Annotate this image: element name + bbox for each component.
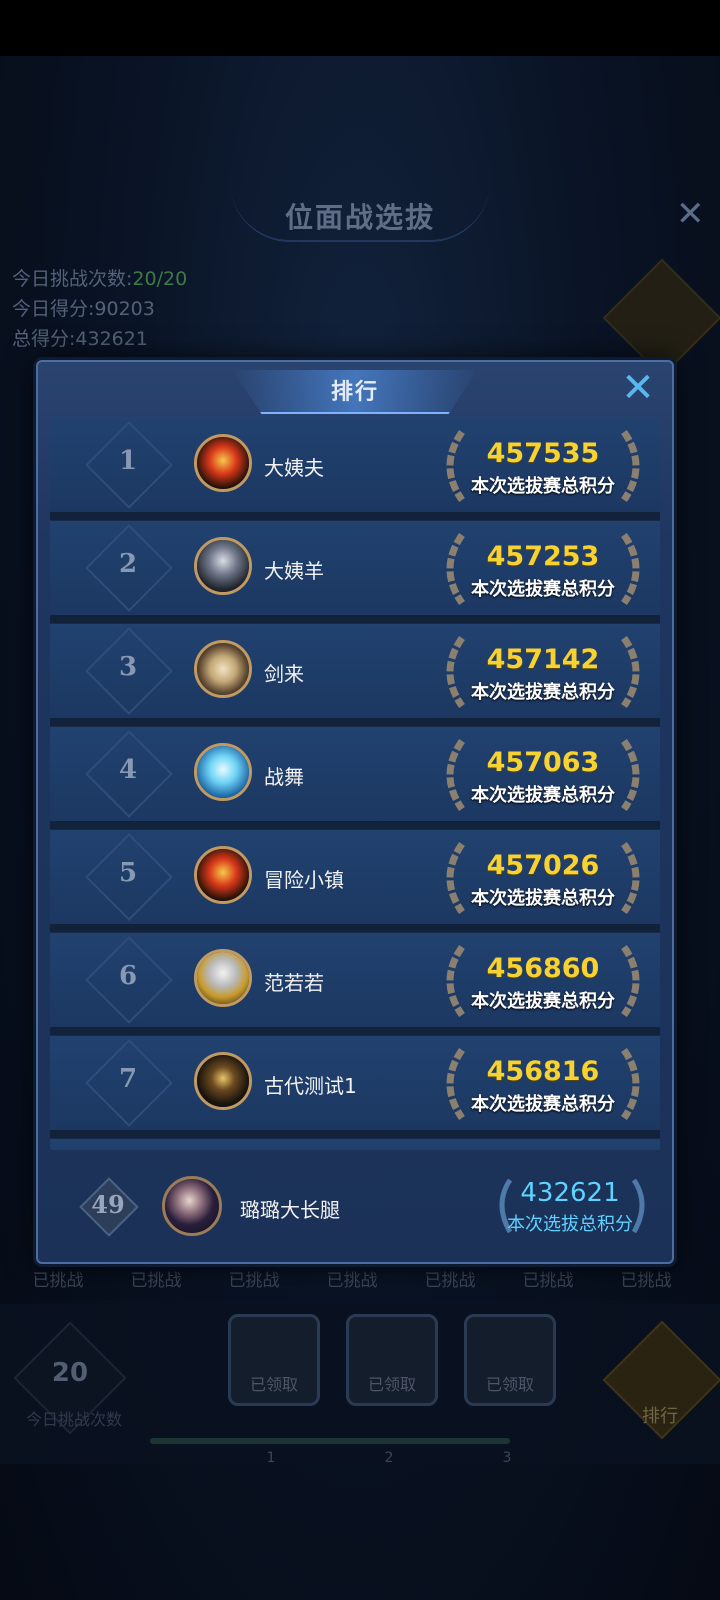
stat-label: 今日得分:	[12, 298, 95, 320]
player-name: 冒险小镇	[264, 868, 344, 892]
score-label: 本次选拔赛总积分	[471, 991, 615, 1012]
rank-number: 7	[118, 1064, 138, 1094]
player-avatar[interactable]	[194, 434, 252, 492]
player-score: 457026	[486, 850, 600, 881]
player-avatar[interactable]	[194, 537, 252, 595]
stat-value: 432621	[75, 328, 148, 350]
score-label: 本次选拔赛总积分	[471, 579, 615, 600]
today-score-stat: 今日得分:90203	[12, 294, 155, 321]
stat-label: 今日挑战次数:	[12, 268, 133, 290]
challenged-label: 已挑战	[620, 1271, 672, 1291]
player-name: 战舞	[264, 765, 304, 789]
score-label: 本次选拔赛总积分	[471, 785, 615, 806]
reward-chest-1[interactable]: 已领取	[228, 1314, 320, 1406]
ranking-row[interactable]: 3 剑来 457142 本次选拔赛总积分	[50, 624, 660, 726]
total-score-stat: 总得分:432621	[12, 324, 148, 351]
modal-title: 排行	[330, 380, 379, 405]
challenged-label: 已挑战	[424, 1271, 476, 1291]
challenged-label: 已挑战	[326, 1271, 378, 1291]
chest-index: 2	[384, 1450, 394, 1466]
rank-number: 4	[118, 755, 138, 785]
player-score: 456860	[486, 953, 600, 984]
player-name: 古代测试1	[264, 1074, 357, 1098]
player-avatar[interactable]	[194, 846, 252, 904]
ranking-list[interactable]: 1 大姨夫 457535 本次选拔赛总积分 2 大姨羊 457253 本次选拔赛…	[50, 418, 660, 1150]
ranking-modal: 排行 ✕ 1 大姨夫 457535 本次选拔赛总积分 2 大姨羊 457253 …	[36, 360, 674, 1264]
player-score: 456816	[486, 1056, 600, 1087]
ranking-row[interactable]: 1 大姨夫 457535 本次选拔赛总积分	[50, 418, 660, 520]
player-score: 457142	[486, 644, 600, 675]
reward-chest-2[interactable]: 已领取	[346, 1314, 438, 1406]
score-label: 本次选拔赛总积分	[471, 1094, 615, 1115]
chest-index: 3	[502, 1450, 512, 1466]
today-count-value: 20	[51, 1358, 89, 1388]
my-rank-row: 49 璐璐大长腿 432621 本次选拔总积分	[50, 1162, 660, 1250]
player-score: 457253	[486, 541, 600, 572]
ranking-row[interactable]: 2 大姨羊 457253 本次选拔赛总积分	[50, 521, 660, 623]
player-name: 大姨羊	[264, 559, 324, 583]
chest-index: 1	[266, 1450, 276, 1466]
score-label: 本次选拔赛总积分	[471, 476, 615, 497]
today-challenge-count-stat: 今日挑战次数:20/20	[12, 264, 187, 291]
challenged-label: 已挑战	[522, 1271, 574, 1291]
player-name: 范若若	[264, 971, 324, 995]
player-name: 剑来	[264, 662, 304, 686]
ranking-row[interactable]: 5 冒险小镇 457026 本次选拔赛总积分	[50, 830, 660, 932]
rank-button-label[interactable]: 排行	[620, 1402, 700, 1428]
close-icon[interactable]: ✕	[618, 368, 658, 408]
player-avatar[interactable]	[194, 640, 252, 698]
hat-swordsman-avatar	[197, 643, 249, 695]
modal-header: 排行 ✕	[38, 362, 672, 416]
stat-label: 总得分:	[12, 328, 76, 350]
reward-progress-bar	[150, 1438, 510, 1444]
my-player-name: 璐璐大长腿	[240, 1198, 340, 1222]
rank-number: 1	[118, 446, 138, 476]
player-score: 457063	[486, 747, 600, 778]
player-score: 457535	[486, 438, 600, 469]
chest-claimed-label: 已领取	[485, 1375, 534, 1394]
rank-number: 5	[118, 858, 138, 888]
ranking-row-partial[interactable]	[50, 1139, 660, 1150]
game-screen: 位面战选拔 ✕ 今日挑战次数:20/20 今日得分:90203 总得分:4326…	[0, 56, 720, 1600]
background-close-icon[interactable]: ✕	[676, 194, 705, 234]
chest-claimed-label: 已领取	[367, 1375, 416, 1394]
challenged-label: 已挑战	[32, 1271, 84, 1291]
ranking-row[interactable]: 7 古代测试1 456816 本次选拔赛总积分	[50, 1036, 660, 1138]
my-score-label: 本次选拔总积分	[507, 1214, 633, 1235]
flame-demon-avatar	[197, 437, 249, 489]
ranking-row[interactable]: 6 范若若 456860 本次选拔赛总积分	[50, 933, 660, 1035]
my-rank-number: 49	[91, 1190, 125, 1219]
rank-number: 2	[118, 549, 138, 579]
rank-number: 3	[118, 652, 138, 682]
reward-chest-3[interactable]: 已领取	[464, 1314, 556, 1406]
flame-demon-avatar	[197, 849, 249, 901]
challenged-labels-row: 已挑战 已挑战 已挑战 已挑战 已挑战 已挑战 已挑战	[0, 1266, 720, 1296]
challenged-label: 已挑战	[228, 1271, 280, 1291]
player-avatar[interactable]	[194, 743, 252, 801]
player-avatar[interactable]	[194, 949, 252, 1007]
stat-value: 20/20	[132, 268, 188, 290]
player-name: 大姨夫	[264, 456, 324, 480]
silver-warrior-avatar	[197, 540, 249, 592]
my-score: 432621	[520, 1178, 620, 1208]
rank-number: 6	[118, 961, 138, 991]
chest-claimed-label: 已领取	[249, 1375, 298, 1394]
background-title: 位面战选拔	[284, 201, 435, 234]
dark-knight-avatar	[197, 1055, 249, 1107]
ice-spirit-avatar	[197, 746, 249, 798]
score-label: 本次选拔赛总积分	[471, 888, 615, 909]
ranking-row[interactable]: 4 战舞 457063 本次选拔赛总积分	[50, 727, 660, 829]
stat-value: 90203	[94, 298, 155, 320]
challenged-label: 已挑战	[130, 1271, 182, 1291]
today-count-label: 今日挑战次数	[25, 1410, 122, 1429]
my-avatar[interactable]	[162, 1176, 222, 1236]
score-label: 本次选拔赛总积分	[471, 682, 615, 703]
player-avatar[interactable]	[194, 1052, 252, 1110]
white-hair-avatar	[197, 952, 249, 1004]
